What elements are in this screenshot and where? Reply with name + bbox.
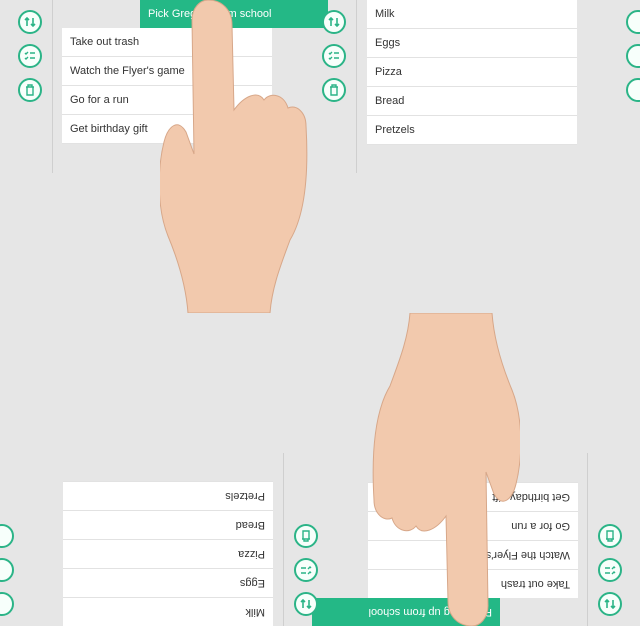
list-item[interactable]: Pizza — [63, 539, 273, 568]
reorder-icon[interactable] — [294, 592, 318, 616]
checklist-icon[interactable] — [626, 44, 640, 68]
list-item[interactable]: Eggs — [367, 29, 577, 58]
center-divider — [356, 0, 357, 173]
trash-icon[interactable] — [294, 524, 318, 548]
list-item[interactable]: Bread — [63, 510, 273, 539]
left-divider — [587, 453, 588, 626]
left-icon-column — [594, 514, 622, 616]
list-item[interactable]: Eggs — [63, 568, 273, 597]
hand-pointing-icon — [160, 0, 308, 313]
trash-icon[interactable] — [598, 524, 622, 548]
right-grocery-list: Milk Eggs Pizza Bread Pretzels — [63, 481, 273, 626]
list-item[interactable]: Pizza — [367, 58, 577, 87]
checklist-icon[interactable] — [0, 558, 14, 582]
list-item[interactable]: Milk — [367, 0, 577, 29]
reorder-icon[interactable] — [0, 592, 14, 616]
trash-icon[interactable] — [626, 78, 640, 102]
right-grocery-list: Milk Eggs Pizza Bread Pretzels — [367, 0, 577, 145]
hand-pointing-icon — [372, 313, 520, 626]
trash-icon[interactable] — [18, 78, 42, 102]
center-icon-column — [290, 514, 318, 616]
trash-icon[interactable] — [0, 524, 14, 548]
top-half: Take out trash Watch the Flyer's game Go… — [0, 0, 640, 313]
right-icon-column — [0, 514, 14, 616]
list-item[interactable]: Pretzels — [63, 481, 273, 510]
list-item[interactable]: Milk — [63, 597, 273, 626]
center-icon-column — [322, 10, 350, 112]
left-divider — [52, 0, 53, 173]
checklist-icon[interactable] — [598, 558, 622, 582]
reorder-icon[interactable] — [322, 10, 346, 34]
center-divider — [283, 453, 284, 626]
list-item[interactable]: Bread — [367, 87, 577, 116]
checklist-icon[interactable] — [322, 44, 346, 68]
bottom-half-mirrored: Take out trash Watch the Flyer's game Go… — [0, 313, 640, 626]
reorder-icon[interactable] — [598, 592, 622, 616]
checklist-icon[interactable] — [294, 558, 318, 582]
right-icon-column — [626, 10, 640, 112]
task-app-stage: Take out trash Watch the Flyer's game Go… — [0, 0, 640, 626]
checklist-icon[interactable] — [18, 44, 42, 68]
left-icon-column — [18, 10, 46, 112]
reorder-icon[interactable] — [626, 10, 640, 34]
trash-icon[interactable] — [322, 78, 346, 102]
reorder-icon[interactable] — [18, 10, 42, 34]
list-item[interactable]: Pretzels — [367, 116, 577, 145]
